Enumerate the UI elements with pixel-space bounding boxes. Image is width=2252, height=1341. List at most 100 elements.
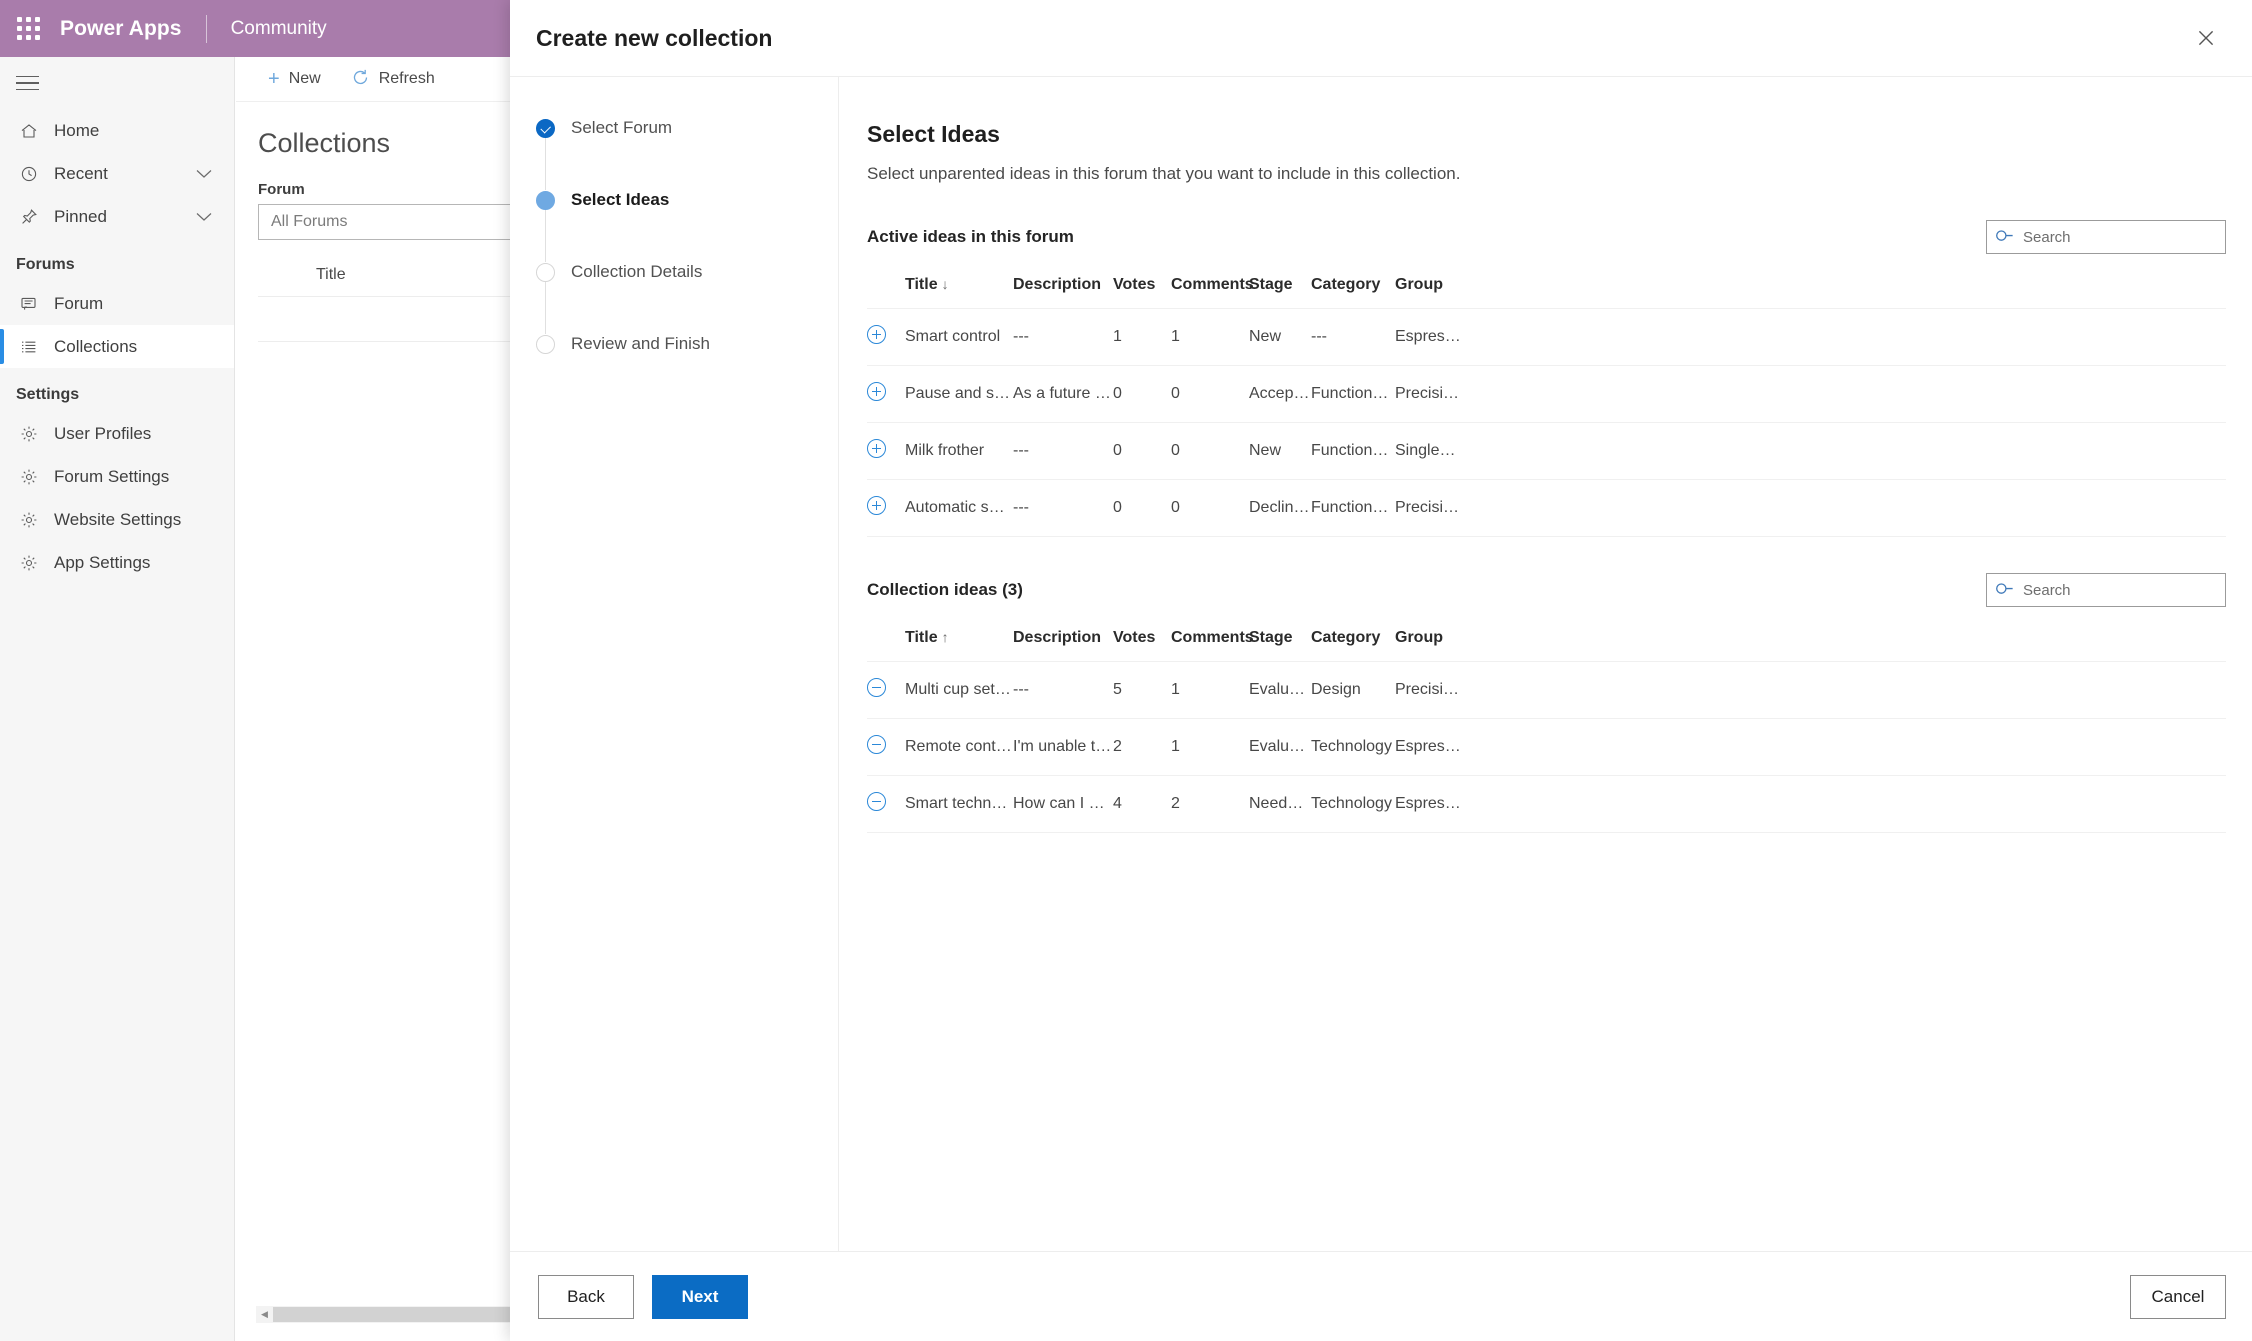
sidebar-item-home[interactable]: Home (0, 109, 234, 152)
sidebar-item-pinned[interactable]: Pinned (0, 195, 234, 238)
sidebar-group-settings: Settings (16, 386, 80, 403)
back-button[interactable]: Back (538, 1274, 634, 1319)
column-votes[interactable]: Votes (1113, 268, 1171, 309)
cell-title: Pause and serve (905, 365, 1013, 423)
brand-divider (205, 14, 207, 43)
wizard-steps: Select Forum Select Ideas Collection Det… (510, 77, 839, 1251)
cell-category: Technology (1311, 775, 1395, 833)
add-idea-button[interactable] (867, 422, 905, 480)
column-title[interactable]: Title ↓ (905, 268, 1013, 309)
create-new-collection-dialog: Create new collection Select Forum Selec… (510, 0, 2252, 1341)
wizard-step-select-ideas[interactable]: Select Ideas (536, 189, 838, 262)
table-row[interactable]: Remote control I'm unable to … 2 1 Evalu… (867, 718, 2226, 776)
app-launcher-button[interactable] (0, 17, 56, 40)
table-row[interactable]: Milk frother --- 0 0 New Functional… Sin… (867, 422, 2226, 480)
cell-title: Multi cup setti… (905, 661, 1013, 719)
sidebar-item-user-profiles[interactable]: User Profiles (0, 412, 234, 455)
new-button-label: New (288, 70, 321, 87)
add-idea-button[interactable] (867, 479, 905, 537)
sidebar-item-label: Pinned (54, 206, 107, 226)
cell-description: --- (1013, 308, 1113, 366)
step-connector (545, 210, 546, 262)
forum-filter-value: All Forums (271, 213, 348, 230)
column-category[interactable]: Category (1311, 268, 1395, 309)
wizard-step-label: Select Ideas (571, 190, 670, 209)
column-title[interactable]: Title ↑ (905, 621, 1013, 662)
cancel-button[interactable]: Cancel (2130, 1274, 2226, 1319)
wizard-step-review-and-finish[interactable]: Review and Finish (536, 333, 838, 405)
table-header-row: Title ↑ Description Votes Comments Stage … (867, 621, 2226, 662)
sidebar-item-collections[interactable]: Collections (0, 325, 234, 368)
dialog-footer: Back Next Cancel (510, 1251, 2252, 1341)
add-idea-button[interactable] (867, 308, 905, 366)
gear-icon (16, 466, 42, 488)
new-button[interactable]: + New (256, 63, 333, 95)
step-connector (545, 282, 546, 334)
sidebar-item-recent[interactable]: Recent (0, 152, 234, 195)
table-header-row: Title ↓ Description Votes Comments Stage … (867, 268, 2226, 309)
cell-category: --- (1311, 308, 1395, 366)
close-icon[interactable] (2186, 18, 2226, 58)
table-row[interactable]: Multi cup setti… --- 5 1 Evalua… Design … (867, 661, 2226, 719)
wizard-step-label: Collection Details (571, 262, 703, 281)
column-stage[interactable]: Stage (1249, 268, 1311, 309)
brand-title[interactable]: Power Apps (56, 17, 182, 41)
remove-idea-button[interactable] (867, 661, 905, 719)
remove-idea-button[interactable] (867, 775, 905, 833)
cell-stage: New (1249, 422, 1311, 480)
active-ideas-search-input[interactable]: Search (1986, 220, 2226, 254)
column-description[interactable]: Description (1013, 621, 1113, 662)
sidebar-item-label: Home (54, 120, 100, 140)
table-row[interactable]: Smart control --- 1 1 New --- Espres… (867, 308, 2226, 366)
list-icon (16, 336, 42, 358)
column-comments[interactable]: Comments (1171, 268, 1254, 309)
app-launcher-icon (16, 17, 40, 40)
table-row[interactable]: Pause and serve As a future fea… 0 0 Acc… (867, 365, 2226, 423)
step-pending-icon (536, 263, 555, 282)
sidebar-item-app-settings[interactable]: App Settings (0, 541, 234, 584)
sidebar-item-website-settings[interactable]: Website Settings (0, 498, 234, 541)
column-stage[interactable]: Stage (1249, 621, 1311, 662)
wizard-step-collection-details[interactable]: Collection Details (536, 261, 838, 334)
column-description[interactable]: Description (1013, 268, 1113, 309)
column-comments[interactable]: Comments (1171, 621, 1254, 662)
table-row[interactable]: Automatic shu… --- 0 0 Declin… Functiona… (867, 479, 2226, 537)
sidebar-toggle-button[interactable] (0, 57, 234, 109)
column-votes[interactable]: Votes (1113, 621, 1171, 662)
cell-stage: Evalua… (1249, 718, 1311, 776)
table-row[interactable]: Smart technol… How can I bre… 4 2 Needs…… (867, 775, 2226, 833)
cell-stage: Declin… (1249, 479, 1311, 537)
collection-ideas-search-input[interactable]: Search (1986, 573, 2226, 607)
collection-ideas-search-placeholder: Search (2023, 581, 2071, 599)
sidebar-item-forum[interactable]: Forum (0, 282, 234, 325)
chevron-down-icon[interactable] (196, 207, 212, 227)
add-idea-button[interactable] (867, 365, 905, 423)
active-ideas-table: Title ↓ Description Votes Comments Stage … (867, 268, 2226, 537)
gear-icon (16, 509, 42, 531)
add-circle-icon (867, 439, 886, 458)
column-action (867, 268, 905, 309)
refresh-button[interactable]: Refresh (339, 62, 447, 97)
cell-comments: 1 (1171, 661, 1249, 719)
column-category[interactable]: Category (1311, 621, 1395, 662)
wizard-step-select-forum[interactable]: Select Forum (536, 117, 838, 190)
sidebar-item-label: Website Settings (54, 509, 182, 529)
remove-idea-button[interactable] (867, 718, 905, 776)
step-pending-icon (536, 335, 555, 354)
column-group[interactable]: Group (1395, 621, 2226, 662)
column-group[interactable]: Group (1395, 268, 2226, 309)
panel-description: Select unparented ideas in this forum th… (867, 164, 1461, 183)
chevron-down-icon[interactable] (196, 164, 212, 184)
add-circle-icon (867, 325, 886, 344)
cell-category: Functional… (1311, 479, 1395, 537)
cell-stage: Needs… (1249, 775, 1311, 833)
sidebar-item-forum-settings[interactable]: Forum Settings (0, 455, 234, 498)
active-ideas-header: Active ideas in this forum Search (867, 220, 2226, 254)
caret-left-icon[interactable]: ◀ (256, 1306, 273, 1323)
sidebar: Home Recent Pinned Forums Forum Collecti… (0, 57, 235, 1341)
cell-description: As a future fea… (1013, 365, 1113, 423)
next-button[interactable]: Next (652, 1274, 748, 1319)
app-name[interactable]: Community (231, 18, 327, 40)
active-ideas-title: Active ideas in this forum (867, 227, 1074, 246)
column-action (867, 621, 905, 662)
